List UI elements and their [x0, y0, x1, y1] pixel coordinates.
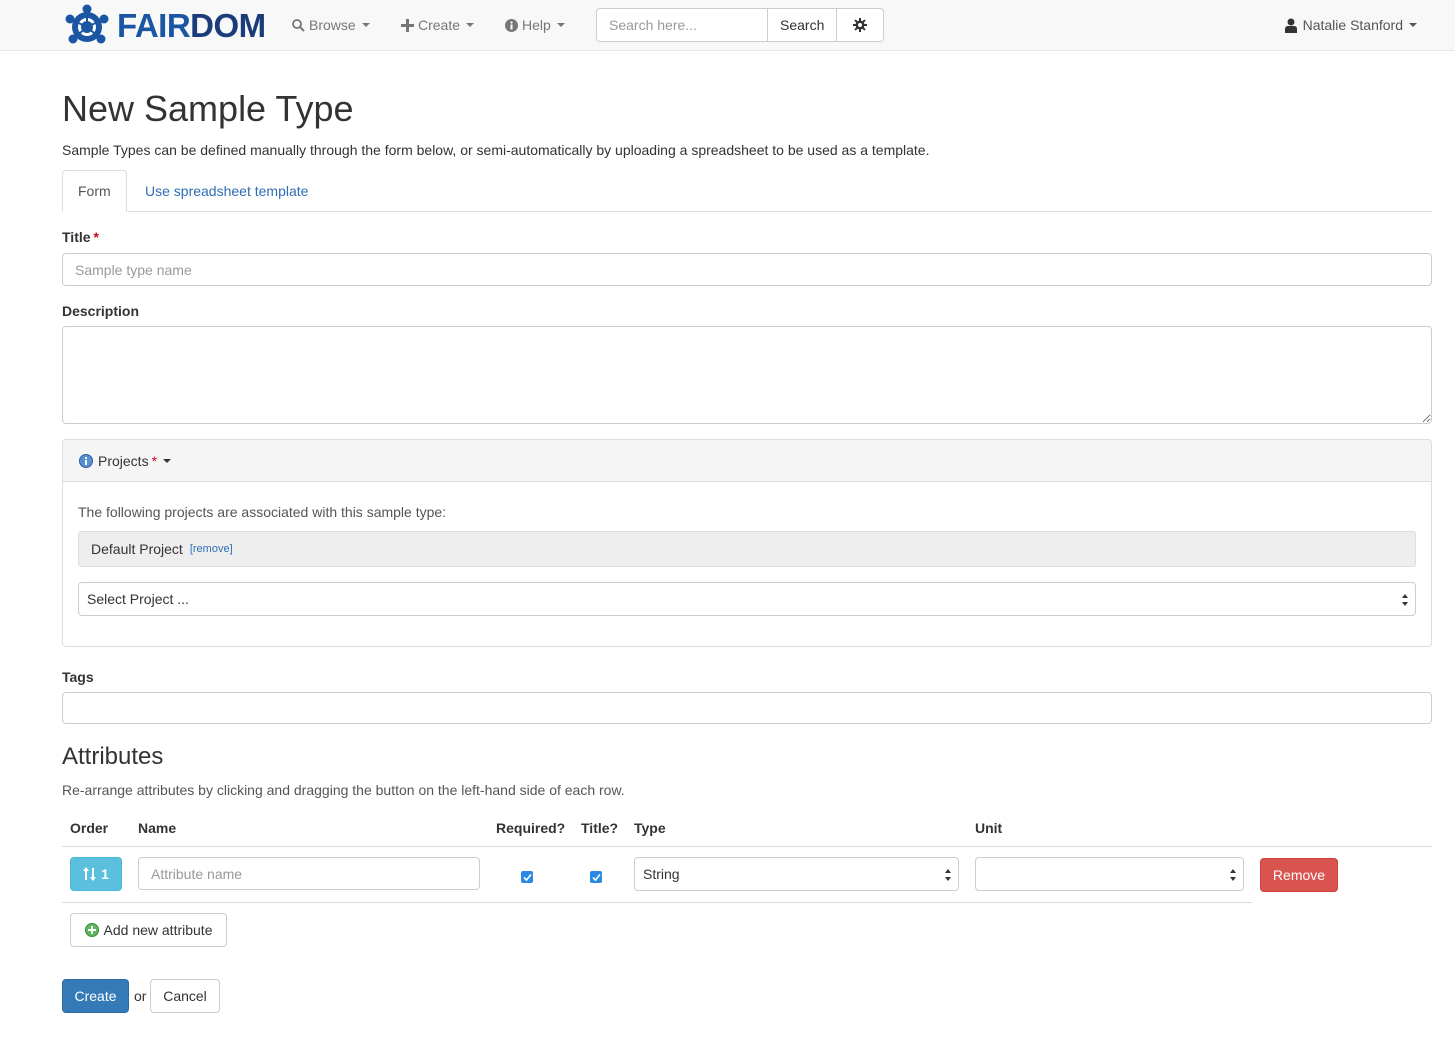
attributes-subtitle: Re-arrange attributes by clicking and dr… [62, 782, 625, 798]
projects-panel: Projects * The following projects are as… [62, 439, 1432, 647]
table-header-divider [62, 846, 1432, 847]
fairdom-logo[interactable]: FAIRDOM [62, 3, 266, 49]
attribute-unit-select[interactable] [975, 857, 1244, 891]
column-header-type: Type [634, 820, 666, 836]
search-settings-button[interactable] [837, 8, 885, 42]
projects-panel-header[interactable]: Projects * [63, 440, 1431, 482]
column-header-unit: Unit [975, 820, 1003, 836]
description-label: Description [62, 303, 140, 319]
caret-down-icon [361, 23, 370, 27]
or-text: or [134, 988, 147, 1004]
required-marker: * [151, 452, 158, 469]
form-tabs: Form Use spreadsheet template [62, 170, 1432, 212]
selected-project-box: Default Project [remove] [78, 531, 1416, 567]
caret-down-icon [163, 458, 172, 463]
logo-fair: FAIR [117, 7, 191, 44]
select-arrows-icon [1402, 594, 1408, 606]
fairdom-logo-icon [65, 4, 109, 44]
user-menu[interactable]: Natalie Stanford [1284, 0, 1417, 50]
attribute-required-checkbox[interactable] [521, 871, 533, 883]
attribute-name-input[interactable] [138, 857, 480, 890]
column-header-name: Name [138, 820, 177, 836]
info-icon [79, 453, 93, 468]
search-form: Search [596, 8, 885, 42]
title-label-text: Title [62, 229, 91, 245]
add-circle-icon [84, 923, 99, 937]
add-attribute-label: Add new attribute [103, 922, 213, 938]
sort-icon [83, 867, 97, 881]
add-attribute-button[interactable]: Add new attribute [70, 913, 227, 947]
attribute-order-number: 1 [101, 866, 109, 882]
cancel-button[interactable]: Cancel [150, 979, 220, 1013]
help-label: Help [522, 17, 551, 33]
title-label: Title * [62, 229, 99, 245]
attribute-type-select[interactable]: String [634, 857, 959, 891]
user-name: Natalie Stanford [1302, 17, 1403, 33]
search-input[interactable] [596, 8, 768, 42]
tags-input[interactable] [62, 692, 1432, 724]
create-button[interactable]: Create [62, 979, 129, 1013]
project-select-value: Select Project ... [87, 591, 189, 607]
plus-icon [401, 18, 414, 32]
create-label: Create [418, 17, 461, 33]
help-menu[interactable]: Help [505, 0, 565, 50]
caret-down-icon [1409, 23, 1417, 27]
search-icon [292, 18, 305, 32]
selected-project-name: Default Project [91, 541, 183, 557]
select-arrows-icon [1230, 869, 1236, 881]
logo-dom: DOM [190, 7, 266, 44]
description-textarea[interactable] [62, 326, 1432, 424]
tab-form[interactable]: Form [62, 170, 127, 212]
create-menu[interactable]: Create [401, 0, 475, 50]
remove-attribute-button[interactable]: Remove [1260, 858, 1338, 892]
tags-label: Tags [62, 669, 94, 685]
title-input[interactable] [62, 253, 1432, 286]
attribute-order-drag-handle[interactable]: 1 [70, 857, 122, 891]
logo-text: FAIRDOM [117, 7, 266, 45]
remove-project-link[interactable]: [remove] [190, 543, 233, 555]
select-arrows-icon [945, 869, 951, 881]
search-button[interactable]: Search [768, 8, 838, 42]
checkmark-icon [522, 873, 532, 881]
caret-down-icon [466, 23, 475, 27]
attribute-type-value: String [643, 866, 680, 882]
required-marker: * [93, 229, 99, 245]
page-title: New Sample Type [62, 88, 354, 129]
caret-down-icon [556, 23, 565, 27]
user-icon [1284, 18, 1297, 33]
attribute-title-checkbox[interactable] [590, 871, 602, 883]
page-intro: Sample Types can be defined manually thr… [62, 142, 930, 158]
project-select[interactable]: Select Project ... [78, 582, 1416, 616]
column-header-title: Title? [581, 820, 619, 836]
browse-menu[interactable]: Browse [292, 0, 370, 50]
gear-icon [853, 18, 868, 32]
tab-spreadsheet-template[interactable]: Use spreadsheet template [130, 170, 323, 212]
projects-associated-text: The following projects are associated wi… [78, 504, 447, 520]
browse-label: Browse [309, 17, 356, 33]
column-header-order: Order [70, 820, 109, 836]
column-header-required: Required? [496, 820, 566, 836]
top-navbar: FAIRDOM Browse Create Help Search here..… [0, 0, 1455, 51]
info-sign-icon [505, 18, 518, 32]
projects-heading: Projects [98, 452, 149, 469]
checkmark-icon [591, 873, 601, 881]
attributes-heading: Attributes [62, 743, 164, 770]
table-row-divider [62, 902, 1252, 903]
